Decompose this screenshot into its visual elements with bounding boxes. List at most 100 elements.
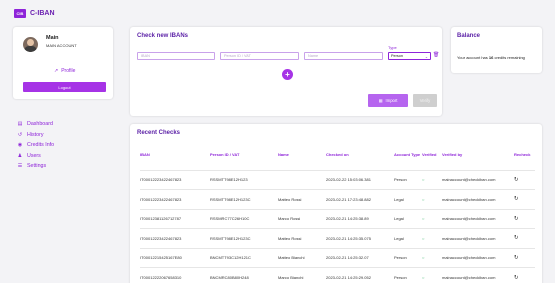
checked-on-cell: 2023-02-21 14:25:38.89 (326, 208, 394, 229)
recheck-cell: ↻ (514, 267, 535, 283)
sidebar-item-history[interactable]: ↺ History (17, 130, 54, 141)
add-row-button[interactable]: + (282, 69, 293, 80)
person-id-input[interactable]: Person ID / VAT (220, 52, 299, 60)
account-type-cell: Legal (394, 208, 422, 229)
sidebar-item-label: History (27, 131, 44, 138)
balance-text: Your account has 16 credits remaining (457, 55, 525, 60)
table-row: IT00012215425167E80 BNCMTT93C12H121C Matte… (140, 247, 535, 268)
name-input[interactable]: Name (304, 52, 383, 60)
verified-cell: ○ (422, 267, 442, 283)
profile-link[interactable]: ↗ Profile (54, 68, 75, 74)
account-type: MAIN ACCOUNT (46, 43, 77, 48)
logo-mark-text: CIB (16, 10, 24, 16)
account-type-cell: Person (394, 267, 422, 283)
check-ibans-card: Check new IBANs IBAN Person ID / VAT Nam… (130, 27, 442, 116)
column-header[interactable]: IBAN (140, 152, 210, 170)
verified-cell: ○ (422, 169, 442, 190)
column-header[interactable]: Checked on (326, 152, 394, 170)
dashboard-icon: ▤ (17, 121, 23, 128)
name-cell (278, 169, 326, 190)
settings-icon: ☰ (17, 163, 23, 170)
verified-check-icon: ○ (422, 255, 425, 261)
person-id-cell: RSSMTT98E12H123C (210, 189, 278, 209)
app-logo: CIB C-IBAN (14, 9, 55, 18)
iban-cell: IT00012215425167E80 (140, 247, 210, 268)
verified-cell: ○ (422, 247, 442, 268)
sidebar-item-label: Dashboard (27, 121, 53, 128)
verified-by-cell: mainaccount@checkiban.com (442, 208, 514, 229)
import-button[interactable]: ▦ Import (368, 94, 408, 107)
recheck-cell: ↻ (514, 208, 535, 229)
sidebar-item-credits-info[interactable]: ◉ Credits Info (17, 140, 54, 151)
column-header[interactable]: Person ID / VAT (210, 152, 278, 170)
credits-icon: ◉ (17, 142, 23, 149)
account-type-cell: Legal (394, 228, 422, 248)
verified-cell: ○ (422, 228, 442, 248)
logout-button[interactable]: Logout (23, 82, 106, 92)
column-header[interactable]: Recheck (514, 152, 535, 170)
verified-cell: ○ (422, 189, 442, 209)
chevron-down-icon: ⌄ (424, 54, 428, 59)
iban-cell: IT00012223422467823 (140, 169, 210, 190)
import-label: Import (385, 98, 398, 103)
delete-row-icon[interactable]: 🗑 (433, 52, 439, 58)
recheck-cell: ↻ (514, 228, 535, 248)
name-cell: Marco Rossi (278, 208, 326, 229)
import-icon: ▦ (378, 98, 383, 103)
recheck-icon[interactable]: ↻ (514, 275, 519, 281)
name-cell: Matteo Rossi (278, 189, 326, 209)
recheck-icon[interactable]: ↻ (514, 196, 519, 202)
iban-input[interactable]: IBAN (137, 52, 215, 60)
checked-on-cell: 2023-02-21 17:23:48.882 (326, 189, 394, 209)
verify-button[interactable]: Verify (413, 94, 437, 107)
sidebar-item-dashboard[interactable]: ▤ Dashboard (17, 119, 54, 130)
account-card: Main MAIN ACCOUNT ↗ Profile Logout (13, 27, 113, 99)
balance-text-prefix: Your account has (457, 55, 489, 60)
history-icon: ↺ (17, 131, 23, 138)
checked-on-cell: 2023-02-22 15:03:06.381 (326, 169, 394, 190)
verified-by-cell: mainaccount@checkiban.com (442, 267, 514, 283)
column-header[interactable]: Account Type (394, 152, 422, 170)
person-id-cell: RSSMTT98E12H123C (210, 228, 278, 248)
logo-mark: CIB (14, 9, 26, 18)
table-row: IT00012222067658310 BNCMRC80B80H248 Marco … (140, 267, 535, 283)
recent-checks-table: IBAN Person ID / VAT Name Checked on Acc… (140, 152, 535, 283)
column-header[interactable]: Verified by (442, 152, 514, 170)
recheck-cell: ↻ (514, 247, 535, 268)
name-cell: Marco Bianchi (278, 267, 326, 283)
table-row: IT00012381126712787 RSSMRC77C26H10C Marco … (140, 208, 535, 229)
verified-by-cell: mainaccount@checkiban.com (442, 189, 514, 209)
type-select[interactable]: Person ⌄ (388, 52, 431, 60)
sidebar-item-label: Settings (27, 163, 47, 170)
iban-cell: IT00012223422467823 (140, 189, 210, 209)
column-header[interactable]: Verified (422, 152, 442, 170)
balance-text-suffix: credits remaining (493, 55, 525, 60)
balance-card: Balance Your account has 16 credits rema… (451, 27, 542, 73)
person-id-cell: RSSMTT98E12H123 (210, 169, 278, 190)
external-link-icon: ↗ (54, 68, 59, 74)
sidebar-nav: ▤ Dashboard ↺ History ◉ Credits Info ♟ U… (17, 119, 54, 172)
column-header[interactable]: Name (278, 152, 326, 170)
verified-by-cell: mainaccount@checkiban.com (442, 247, 514, 268)
verified-check-icon: ○ (422, 235, 425, 241)
sidebar-item-label: Users (27, 152, 41, 159)
recheck-icon[interactable]: ↻ (514, 235, 519, 241)
type-label: Type (388, 45, 397, 50)
type-select-value: Person (391, 54, 404, 58)
balance-title: Balance (457, 33, 481, 39)
name-cell: Matteo Rossi (278, 228, 326, 248)
recent-checks-title: Recent Checks (137, 130, 181, 136)
iban-cell: IT00012381126712787 (140, 208, 210, 229)
app-name: C-IBAN (30, 10, 55, 17)
sidebar-item-settings[interactable]: ☰ Settings (17, 161, 54, 172)
check-ibans-title: Check new IBANs (137, 33, 189, 39)
sidebar-item-users[interactable]: ♟ Users (17, 151, 54, 162)
verified-check-icon: ○ (422, 196, 425, 202)
verified-by-cell: mainaccount@checkiban.com (442, 169, 514, 190)
recheck-icon[interactable]: ↻ (514, 177, 519, 183)
recheck-icon[interactable]: ↻ (514, 216, 519, 222)
checked-on-cell: 2023-02-21 14:25:29.052 (326, 267, 394, 283)
recheck-cell: ↻ (514, 169, 535, 190)
iban-cell: IT00012222067658310 (140, 267, 210, 283)
recheck-icon[interactable]: ↻ (514, 255, 519, 261)
